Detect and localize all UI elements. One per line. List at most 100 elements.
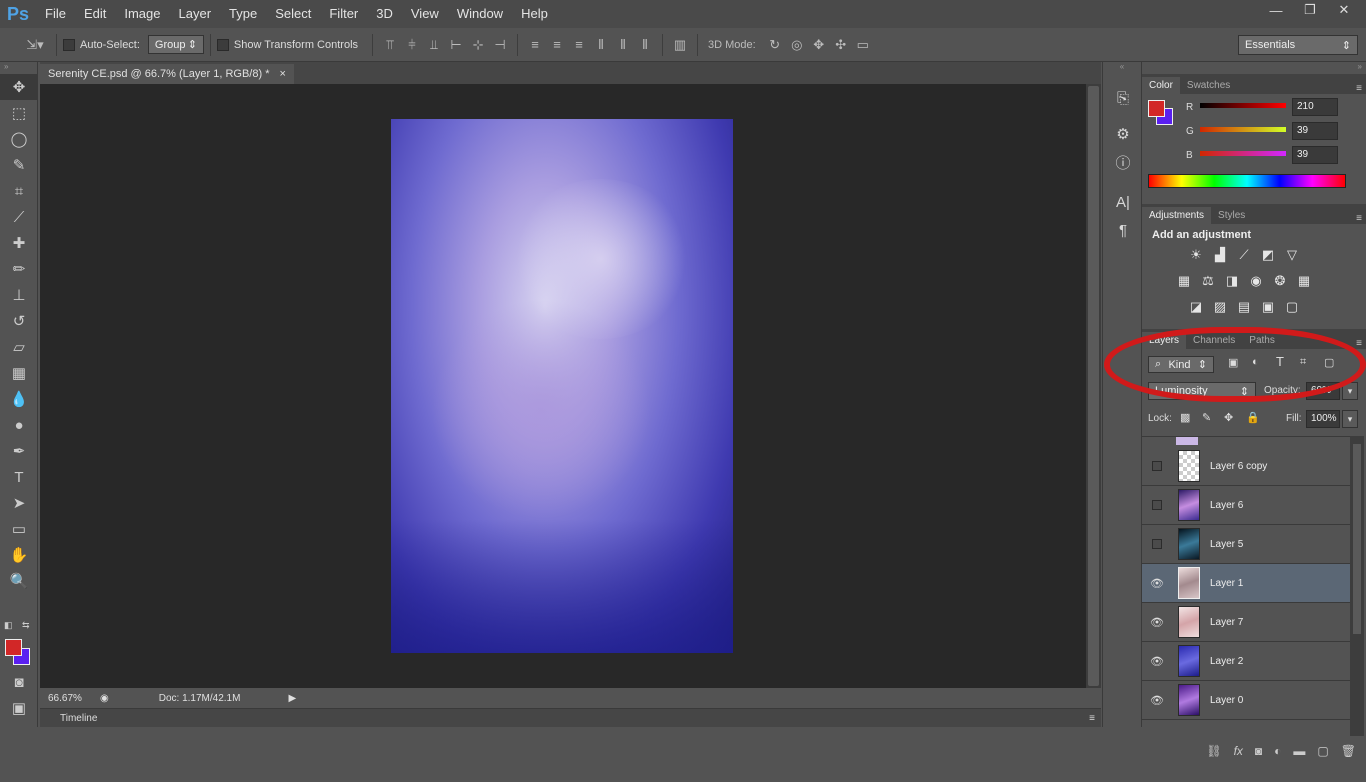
selective-color-icon[interactable]: ▢	[1282, 299, 1302, 315]
quick-select-tool-icon[interactable]: ✎	[0, 152, 38, 178]
threshold-icon[interactable]: ▤	[1234, 299, 1254, 315]
align-bottom-icon[interactable]: ⫫	[423, 37, 445, 53]
auto-select-dropdown[interactable]: Group ⇕	[147, 35, 204, 54]
panel-collapse-icon[interactable]: »	[1142, 62, 1366, 74]
move-tool-preset-icon[interactable]: ⇲▾	[20, 37, 50, 53]
healing-brush-tool-icon[interactable]: ✚	[0, 230, 38, 256]
g-value[interactable]: 39	[1292, 122, 1338, 140]
distribute-right-icon[interactable]: ⦀	[634, 37, 656, 53]
r-slider[interactable]	[1200, 103, 1286, 108]
layer-row[interactable]: 👁 Layer 1	[1142, 564, 1350, 603]
b-slider[interactable]	[1200, 151, 1286, 156]
fill-input[interactable]: 100%	[1306, 410, 1340, 428]
visibility-toggle[interactable]	[1142, 500, 1172, 510]
panel-menu-icon[interactable]: ≡	[1356, 338, 1362, 349]
minimize-button[interactable]: —	[1262, 0, 1290, 20]
status-menu-icon[interactable]: ◉	[100, 693, 109, 704]
auto-align-icon[interactable]: ▥	[669, 37, 691, 53]
type-tool-icon[interactable]: T	[0, 464, 38, 490]
folder-icon[interactable]: ▬	[1293, 744, 1305, 758]
layer-row[interactable]: 👁 Layer 0	[1142, 681, 1350, 720]
invert-icon[interactable]: ◪	[1186, 299, 1206, 315]
panel-collapse-icon[interactable]: «	[1103, 62, 1141, 74]
distribute-bottom-icon[interactable]: ≡	[568, 37, 590, 52]
brightness-icon[interactable]: ☀	[1186, 247, 1206, 263]
character-panel-icon[interactable]: A|	[1103, 188, 1143, 216]
align-left-icon[interactable]: ⊢	[445, 37, 467, 53]
channel-mixer-icon[interactable]: ❂	[1270, 273, 1290, 289]
vertical-scrollbar[interactable]	[1086, 84, 1101, 688]
workspace-dropdown[interactable]: Essentials ⇕	[1238, 35, 1358, 55]
scroll-thumb[interactable]	[1353, 444, 1361, 634]
foreground-color-swatch[interactable]	[1148, 100, 1165, 117]
lasso-tool-icon[interactable]: ◯	[0, 126, 38, 152]
eraser-tool-icon[interactable]: ▱	[0, 334, 38, 360]
lock-transparent-icon[interactable]: ▩	[1180, 411, 1190, 424]
zoom-tool-icon[interactable]: 🔍	[0, 568, 38, 594]
properties-panel-icon[interactable]: ⚙	[1103, 120, 1143, 148]
photo-filter-icon[interactable]: ◉	[1246, 273, 1266, 289]
mask-icon[interactable]: ◙	[1255, 744, 1262, 758]
menu-image[interactable]: Image	[115, 0, 169, 28]
lock-all-icon[interactable]: 🔒	[1246, 411, 1260, 424]
layer-row[interactable]: Layer 6	[1142, 486, 1350, 525]
rectangle-tool-icon[interactable]: ▭	[0, 516, 38, 542]
quick-mask-icon[interactable]: ◙	[0, 669, 38, 695]
layer-row[interactable]: Layer 5	[1142, 525, 1350, 564]
close-button[interactable]: ✕	[1330, 0, 1358, 20]
timeline-panel[interactable]: Timeline ≡	[40, 708, 1101, 727]
path-selection-tool-icon[interactable]: ➤	[0, 490, 38, 516]
link-icon[interactable]: ⛓	[1206, 744, 1221, 758]
distribute-top-icon[interactable]: ≡	[524, 37, 546, 52]
gradient-map-icon[interactable]: ▣	[1258, 299, 1278, 315]
zoom-level[interactable]: 66.67%	[48, 693, 94, 704]
g-slider[interactable]	[1200, 127, 1286, 132]
blur-tool-icon[interactable]: 💧	[0, 386, 38, 412]
history-panel-icon[interactable]: ⎘	[1103, 84, 1143, 112]
trash-icon[interactable]: 🗑	[1341, 744, 1356, 758]
b-value[interactable]: 39	[1292, 146, 1338, 164]
menu-view[interactable]: View	[402, 0, 448, 28]
distribute-left-icon[interactable]: ⦀	[590, 37, 612, 53]
new-layer-icon[interactable]: ▢	[1317, 744, 1328, 758]
gradient-tool-icon[interactable]: ▦	[0, 360, 38, 386]
menu-window[interactable]: Window	[448, 0, 512, 28]
paragraph-panel-icon[interactable]: ¶	[1103, 216, 1143, 244]
3d-scale-icon[interactable]: ▭	[852, 37, 874, 53]
visibility-toggle[interactable]	[1142, 461, 1172, 471]
eye-icon[interactable]: 👁	[1142, 616, 1172, 629]
menu-3d[interactable]: 3D	[367, 0, 402, 28]
document-canvas[interactable]	[391, 119, 733, 653]
align-hcenter-icon[interactable]: ⊹	[467, 37, 489, 53]
document-tab[interactable]: Serenity CE.psd @ 66.7% (Layer 1, RGB/8)…	[40, 64, 294, 84]
foreground-color-swatch[interactable]	[5, 639, 22, 656]
default-colors-icon[interactable]: ◧	[4, 620, 13, 631]
screen-mode-icon[interactable]: ▣	[0, 695, 38, 721]
fill-arrow-icon[interactable]: ▾	[1342, 410, 1358, 428]
menu-help[interactable]: Help	[512, 0, 557, 28]
status-arrow-icon[interactable]: ▶	[288, 693, 296, 704]
adjustment-icon[interactable]: ◐	[1274, 744, 1281, 758]
eyedropper-tool-icon[interactable]: ⟋	[0, 204, 38, 230]
color-lookup-icon[interactable]: ▦	[1294, 273, 1314, 289]
black-white-icon[interactable]: ◨	[1222, 273, 1242, 289]
tab-adjustments[interactable]: Adjustments	[1142, 207, 1212, 224]
tab-color[interactable]: Color	[1142, 77, 1180, 94]
move-tool-icon[interactable]: ✥	[0, 74, 38, 100]
3d-slide-icon[interactable]: ✣	[830, 37, 852, 53]
layer-row[interactable]: 👁 Layer 7	[1142, 603, 1350, 642]
r-value[interactable]: 210	[1292, 98, 1338, 116]
3d-rotate-icon[interactable]: ↻	[764, 37, 786, 53]
crop-tool-icon[interactable]: ⌗	[0, 178, 38, 204]
fx-icon[interactable]: fx	[1234, 744, 1243, 758]
distribute-hcenter-icon[interactable]: ⦀	[612, 37, 634, 53]
brush-tool-icon[interactable]: ✏	[0, 256, 38, 282]
align-right-icon[interactable]: ⊣	[489, 37, 511, 53]
align-top-icon[interactable]: ⫪	[379, 37, 401, 53]
marquee-tool-icon[interactable]: ⬚	[0, 100, 38, 126]
hand-tool-icon[interactable]: ✋	[0, 542, 38, 568]
swap-colors-icon[interactable]: ⇆	[22, 620, 30, 631]
layers-list[interactable]: Layer 6 copy Layer 6 Layer 5 👁 Layer 1 👁	[1142, 436, 1350, 736]
posterize-icon[interactable]: ▨	[1210, 299, 1230, 315]
distribute-vcenter-icon[interactable]: ≡	[546, 37, 568, 52]
